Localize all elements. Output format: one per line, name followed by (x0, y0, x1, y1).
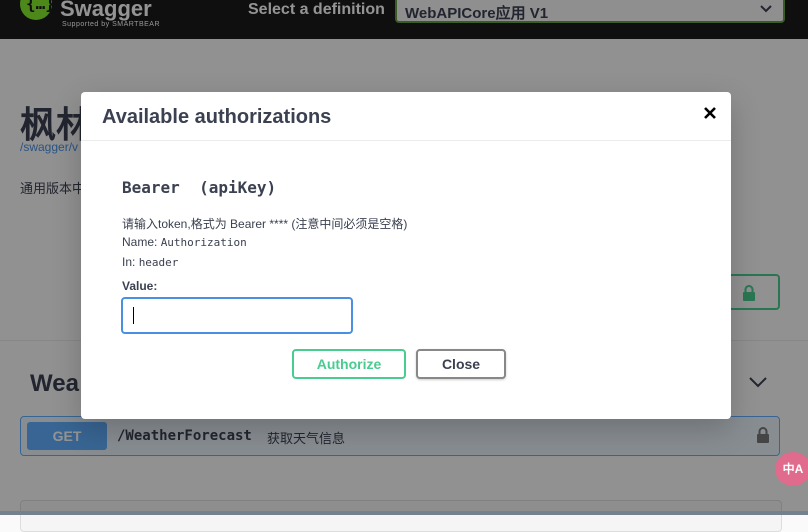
authorizations-dialog: Available authorizations Bearer (apiKey)… (81, 92, 731, 419)
auth-in-value: header (138, 256, 179, 269)
auth-name-row: Name: Authorization (122, 235, 247, 249)
value-input[interactable] (121, 297, 353, 334)
auth-in-label: In: (122, 255, 136, 269)
value-label: Value: (122, 279, 158, 293)
auth-name-label: Name: (122, 235, 158, 249)
auth-scheme-name: Bearer (apiKey) (122, 178, 277, 197)
ime-toggle-icon[interactable]: 中A (775, 452, 808, 486)
auth-name-value: Authorization (160, 236, 247, 249)
close-icon[interactable] (703, 106, 717, 120)
close-button[interactable]: Close (416, 349, 506, 379)
dialog-title: Available authorizations (102, 106, 332, 128)
auth-scheme-description: 请输入token,格式为 Bearer **** (注意中间必须是空格) (122, 217, 408, 231)
auth-in-row: In: header (122, 255, 178, 269)
dialog-header: Available authorizations (81, 92, 731, 141)
authorize-button[interactable]: Authorize (292, 349, 406, 379)
text-caret (133, 307, 134, 324)
